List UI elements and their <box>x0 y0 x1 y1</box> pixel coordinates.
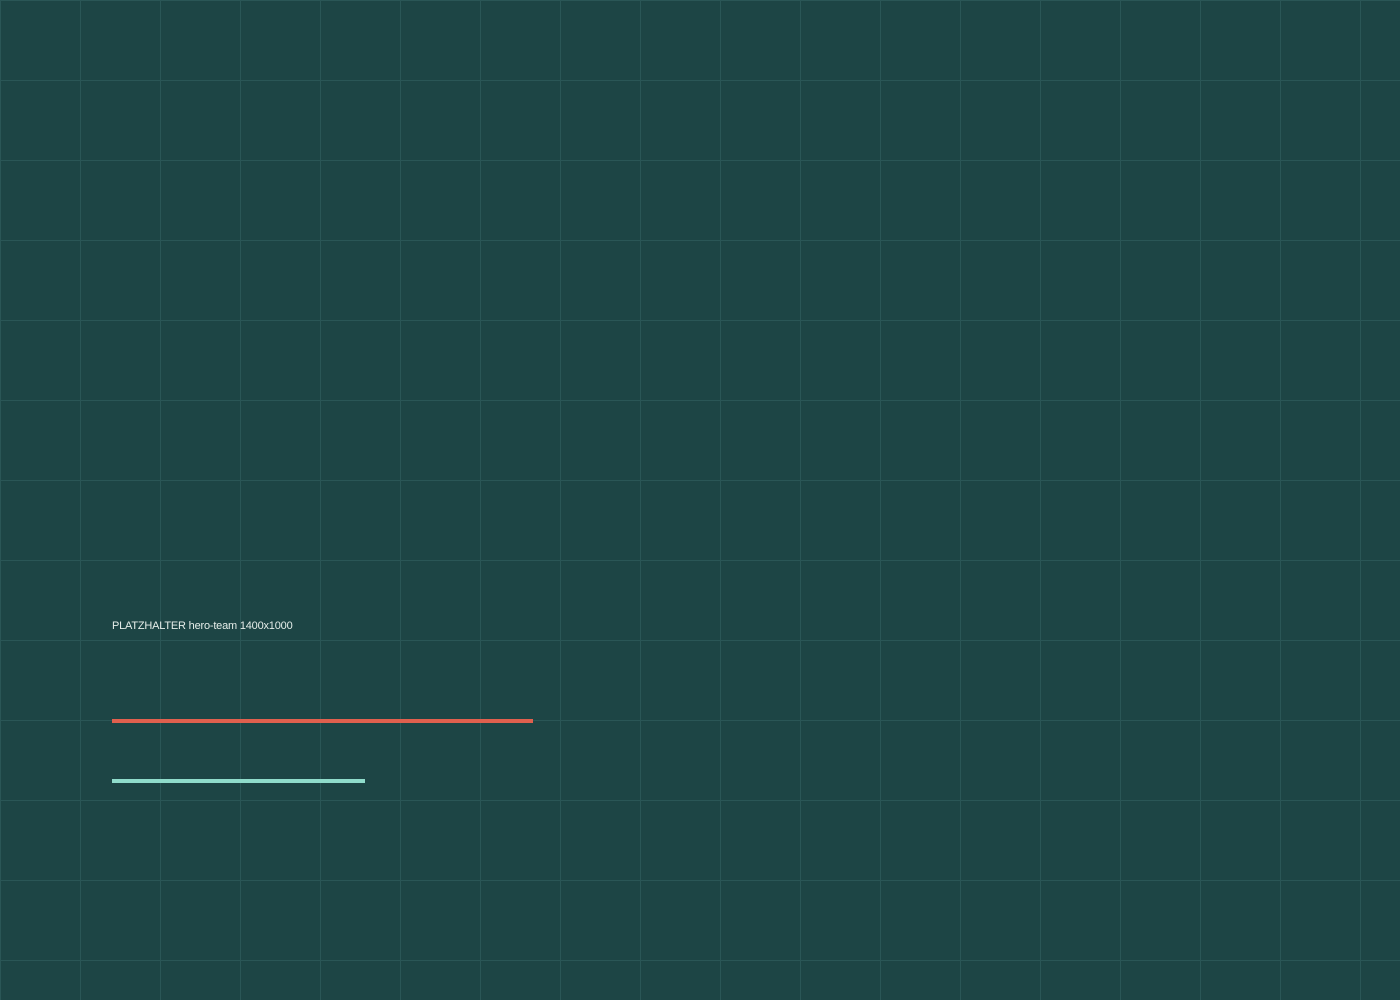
placeholder-label: PLATZHALTER hero-team 1400x1000 <box>112 620 293 632</box>
placeholder-canvas: PLATZHALTER hero-team 1400x1000 <box>0 0 1400 1000</box>
secondary-bar <box>112 779 365 783</box>
accent-bar <box>112 719 533 723</box>
